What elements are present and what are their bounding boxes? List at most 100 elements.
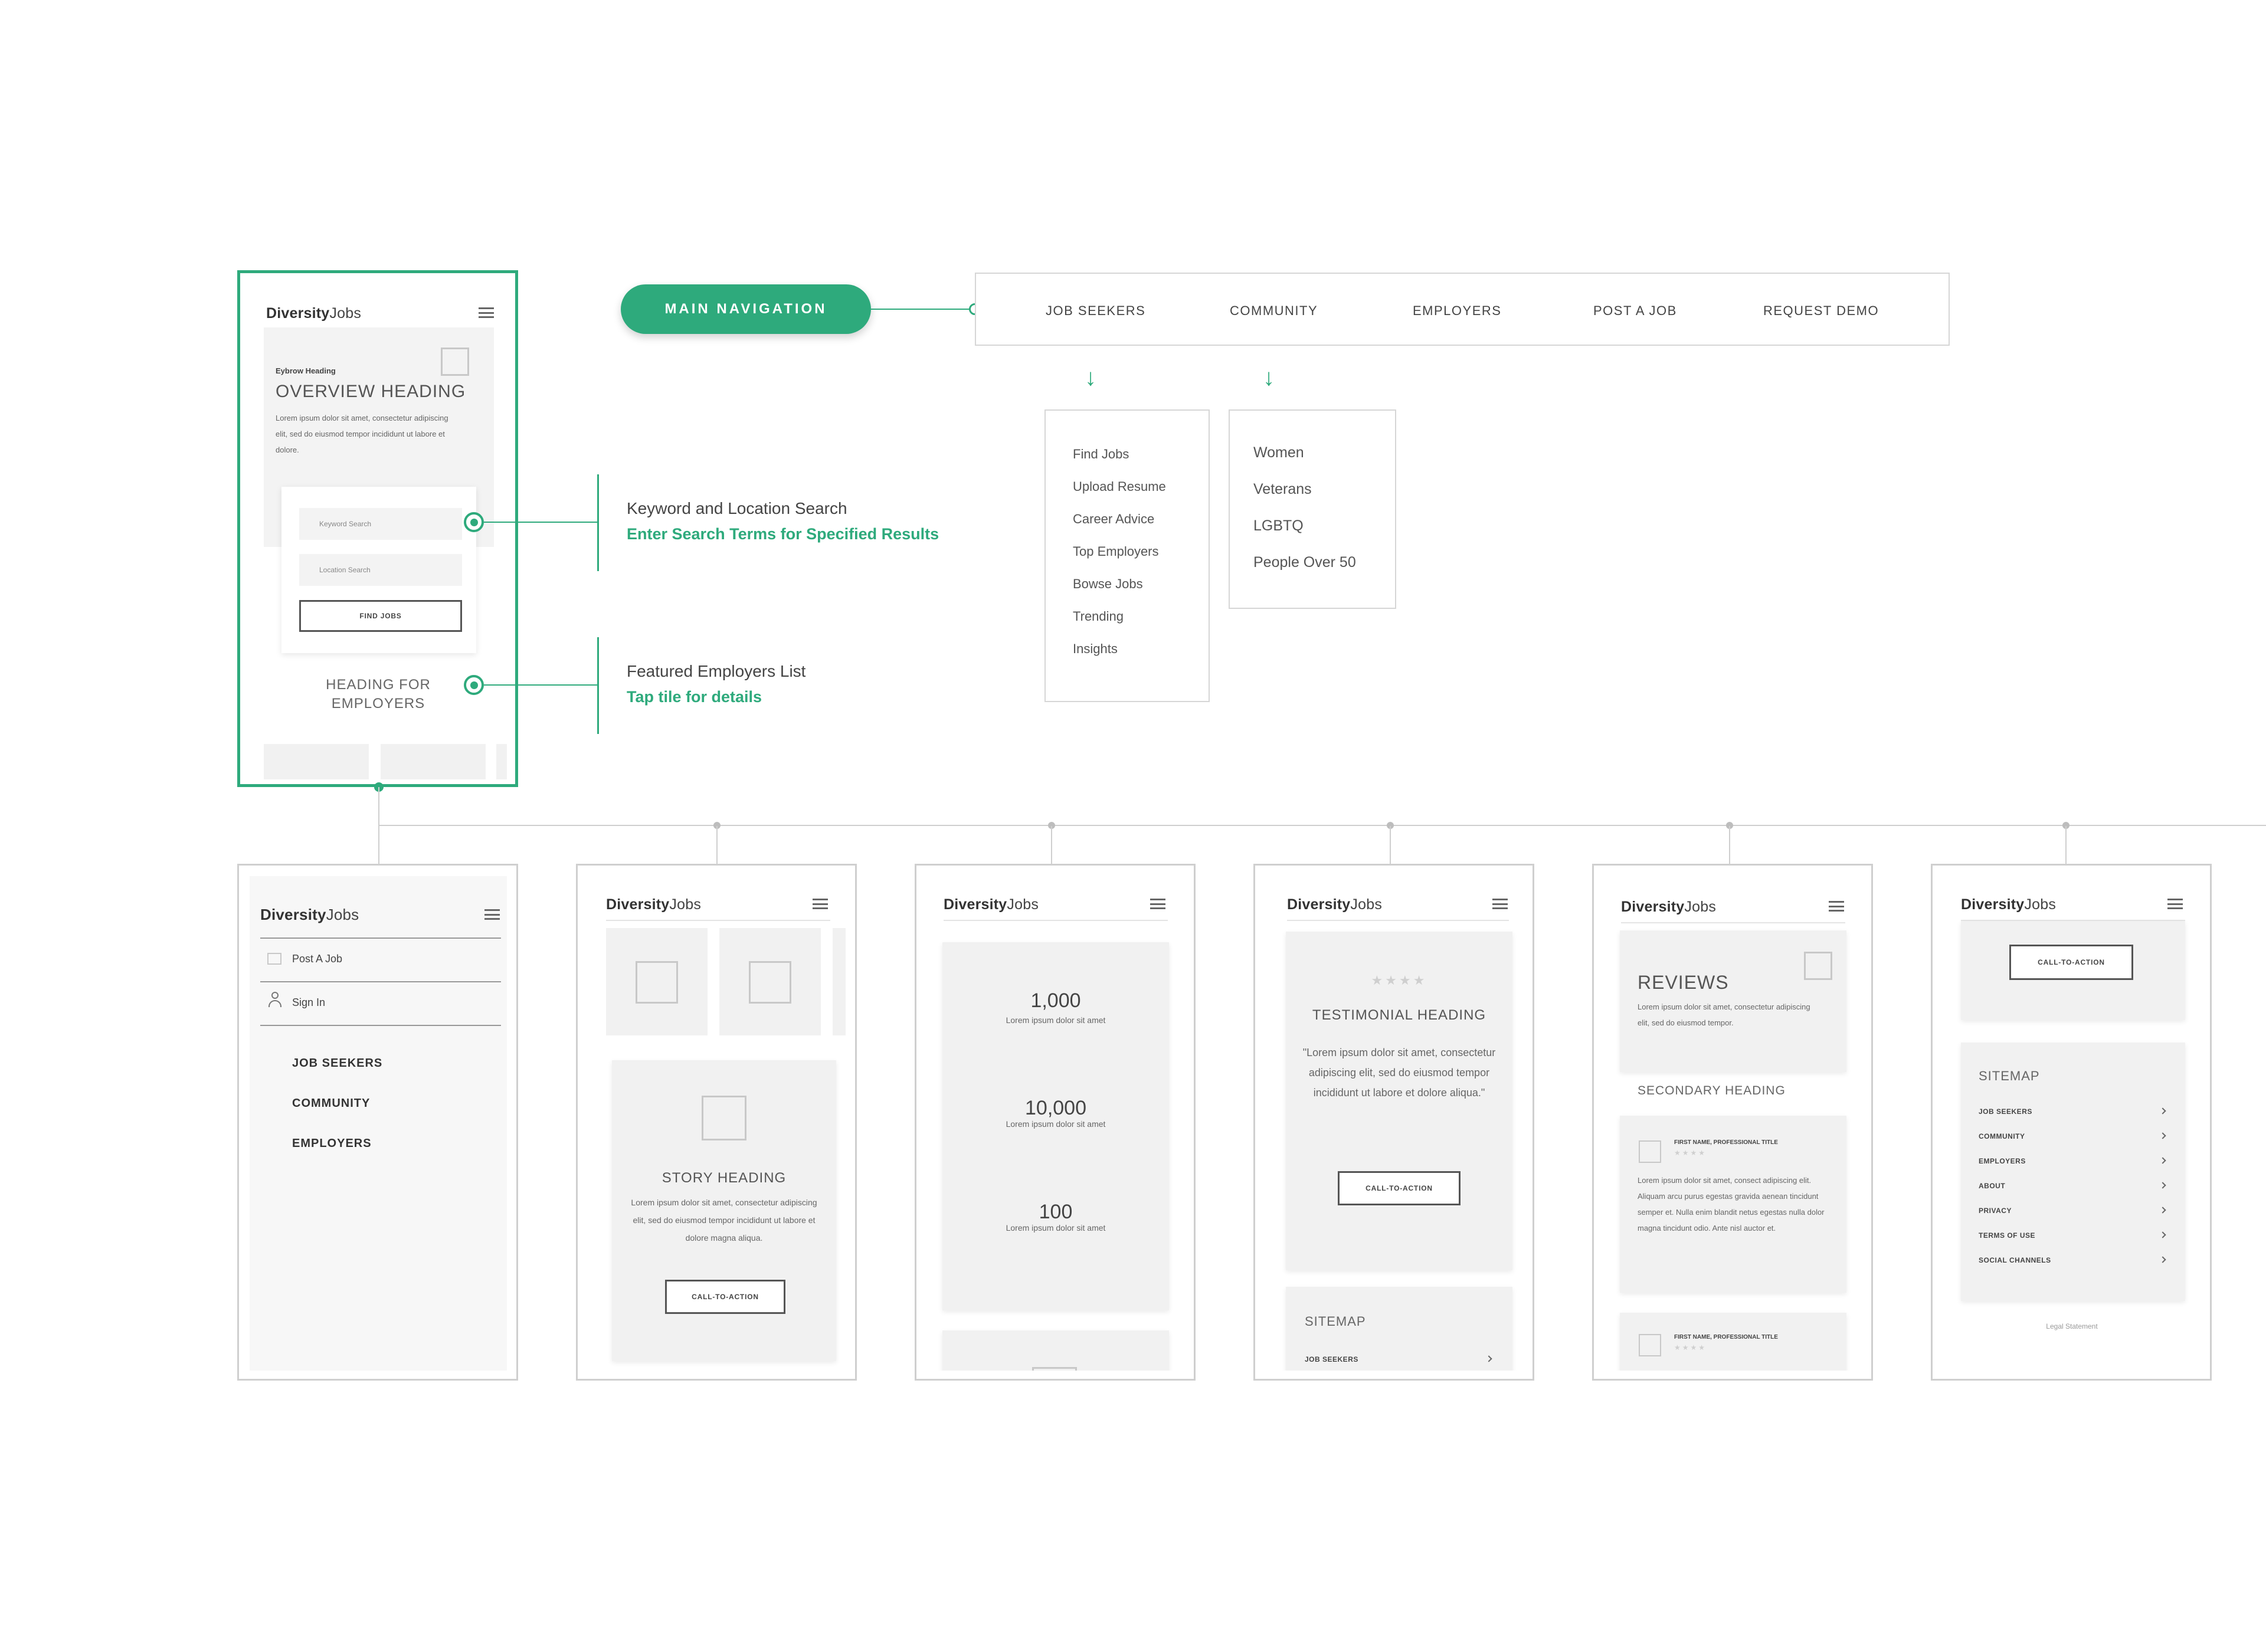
stat-caption: Lorem ipsum dolor sit amet (1006, 1119, 1106, 1129)
dropdown-item[interactable]: Upload Resume (1073, 470, 1166, 503)
chevron-right-icon[interactable] (2159, 1132, 2166, 1139)
stats-screen: DiversityJobs 1,000 Lorem ipsum dolor si… (927, 876, 1184, 1371)
sitemap-item[interactable]: EMPLOYERS (1979, 1157, 2026, 1165)
testimonial-phone: DiversityJobs ★★★★ TESTIMONIAL HEADING "… (1253, 864, 1534, 1381)
hamburger-menu-icon[interactable] (1829, 901, 1844, 912)
search-card: Keyword Search Location Search FIND JOBS (281, 487, 476, 653)
employers-bracket (597, 637, 599, 734)
chevron-right-icon[interactable] (2159, 1157, 2166, 1164)
dropdown-item[interactable]: Insights (1073, 632, 1118, 665)
tree-branch (378, 825, 2266, 826)
user-icon (268, 992, 281, 1007)
chevron-right-icon[interactable] (2159, 1107, 2166, 1115)
dropdown-item[interactable]: Find Jobs (1073, 438, 1129, 470)
hamburger-menu-icon[interactable] (484, 909, 500, 920)
logo[interactable]: DiversityJobs (944, 896, 1039, 913)
logo[interactable]: DiversityJobs (1961, 896, 2056, 913)
stat-value: 1,000 (1030, 989, 1081, 1012)
testimonial-card: ★★★★ TESTIMONIAL HEADING "Lorem ipsum do… (1286, 932, 1512, 1270)
tree-trunk (378, 787, 379, 865)
image-placeholder-icon (702, 1096, 746, 1140)
employer-tile[interactable] (496, 744, 507, 779)
logo[interactable]: DiversityJobs (266, 305, 361, 322)
sign-in-link[interactable]: Sign In (292, 997, 325, 1009)
nav-employers[interactable]: EMPLOYERS (1413, 303, 1501, 319)
sitemap-item[interactable]: JOB SEEKERS (1979, 1107, 2032, 1116)
sitemap-card: SITEMAP JOB SEEKERS COMMUNITY EMPLOYERS … (1961, 1043, 2185, 1301)
testimonial-heading: TESTIMONIAL HEADING (1312, 1007, 1486, 1023)
footer-phone: DiversityJobs CALL-TO-ACTION SITEMAP JOB… (1931, 864, 2212, 1381)
nav-community[interactable]: COMMUNITY (1230, 303, 1318, 319)
hamburger-menu-icon[interactable] (2167, 899, 2183, 909)
menu-item-community[interactable]: COMMUNITY (292, 1097, 370, 1110)
dropdown-item[interactable]: Women (1253, 434, 1304, 471)
keyword-search-input[interactable]: Keyword Search (299, 508, 462, 540)
logo[interactable]: DiversityJobs (260, 906, 359, 924)
tree-drop (1729, 826, 1730, 865)
post-a-job-link[interactable]: Post A Job (292, 953, 342, 965)
image-tile[interactable] (719, 928, 821, 1035)
find-jobs-button[interactable]: FIND JOBS (299, 600, 462, 632)
image-placeholder-icon (749, 961, 791, 1004)
hamburger-menu-icon[interactable] (1492, 899, 1508, 909)
nav-post-a-job[interactable]: POST A JOB (1593, 303, 1677, 319)
nav-request-demo[interactable]: REQUEST DEMO (1763, 303, 1879, 319)
chevron-right-icon[interactable] (2159, 1256, 2166, 1263)
dropdown-item[interactable]: Bowse Jobs (1073, 568, 1143, 600)
employers-annotation-title: Featured Employers List (627, 662, 806, 680)
dropdown-item[interactable]: Trending (1073, 600, 1124, 632)
menu-item-job-seekers[interactable]: JOB SEEKERS (292, 1057, 382, 1070)
reviews-card: REVIEWS Lorem ipsum dolor sit amet, cons… (1620, 930, 1846, 1072)
employer-tile[interactable] (264, 744, 369, 779)
stat-value: 10,000 (1025, 1097, 1086, 1119)
nav-connector (871, 309, 975, 310)
logo[interactable]: DiversityJobs (1621, 899, 1716, 916)
call-to-action-button[interactable]: CALL-TO-ACTION (665, 1280, 785, 1314)
logo[interactable]: DiversityJobs (1287, 896, 1382, 913)
rating-stars-icon: ★★★★ (1674, 1149, 1707, 1157)
image-tile[interactable] (833, 928, 846, 1035)
story-heading: STORY HEADING (662, 1170, 787, 1186)
dropdown-item[interactable]: Veterans (1253, 471, 1312, 507)
sitemap-item[interactable]: SOCIAL CHANNELS (1979, 1256, 2051, 1264)
employers-marker-icon (464, 675, 484, 695)
chevron-right-icon[interactable] (2159, 1182, 2166, 1189)
dropdown-item[interactable]: People Over 50 (1253, 544, 1356, 581)
call-to-action-button[interactable]: CALL-TO-ACTION (2009, 945, 2133, 980)
stats-phone: DiversityJobs 1,000 Lorem ipsum dolor si… (915, 864, 1196, 1381)
sitemap-item[interactable]: ABOUT (1979, 1182, 2005, 1190)
sitemap-item[interactable]: JOB SEEKERS (1305, 1355, 1358, 1363)
menu-screen: DiversityJobs Post A Job Sign In JOB SEE… (250, 876, 507, 1371)
reviewer-name: FIRST NAME, PROFESSIONAL TITLE (1674, 1334, 1778, 1340)
dropdown-item[interactable]: Career Advice (1073, 503, 1154, 535)
location-search-input[interactable]: Location Search (299, 554, 462, 586)
divider (1287, 920, 1509, 921)
search-bracket (597, 474, 599, 571)
chevron-right-icon[interactable] (2159, 1231, 2166, 1238)
reviews-heading: REVIEWS (1638, 972, 1729, 993)
tree-drop (1390, 826, 1391, 865)
chevron-right-icon[interactable] (2159, 1207, 2166, 1214)
sitemap-heading: SITEMAP (1979, 1068, 2040, 1083)
hamburger-menu-icon[interactable] (813, 899, 828, 909)
tree-drop (1051, 826, 1052, 865)
sitemap-item[interactable]: PRIVACY (1979, 1207, 2012, 1215)
employer-tile[interactable] (381, 744, 486, 779)
legal-statement[interactable]: Legal Statement (1943, 1322, 2200, 1330)
hamburger-menu-icon[interactable] (1150, 899, 1165, 909)
main-navigation-pill[interactable]: MAIN NAVIGATION (621, 284, 871, 334)
dropdown-item[interactable]: Top Employers (1073, 535, 1159, 568)
logo[interactable]: DiversityJobs (606, 896, 701, 913)
sitemap-item[interactable]: COMMUNITY (1979, 1132, 2025, 1140)
menu-item-employers[interactable]: EMPLOYERS (292, 1137, 372, 1150)
chevron-right-icon[interactable] (1485, 1355, 1492, 1362)
sitemap-item[interactable]: TERMS OF USE (1979, 1231, 2035, 1240)
nav-job-seekers[interactable]: JOB SEEKERS (1046, 303, 1145, 319)
call-to-action-button[interactable]: CALL-TO-ACTION (1338, 1171, 1461, 1205)
search-annotation-subtitle: Enter Search Terms for Specified Results (627, 525, 939, 543)
image-tile[interactable] (606, 928, 708, 1035)
dropdown-item[interactable]: LGBTQ (1253, 507, 1304, 544)
divider (944, 920, 1168, 921)
hamburger-menu-icon[interactable] (479, 307, 494, 318)
rating-stars-icon: ★★★★ (1674, 1343, 1707, 1352)
